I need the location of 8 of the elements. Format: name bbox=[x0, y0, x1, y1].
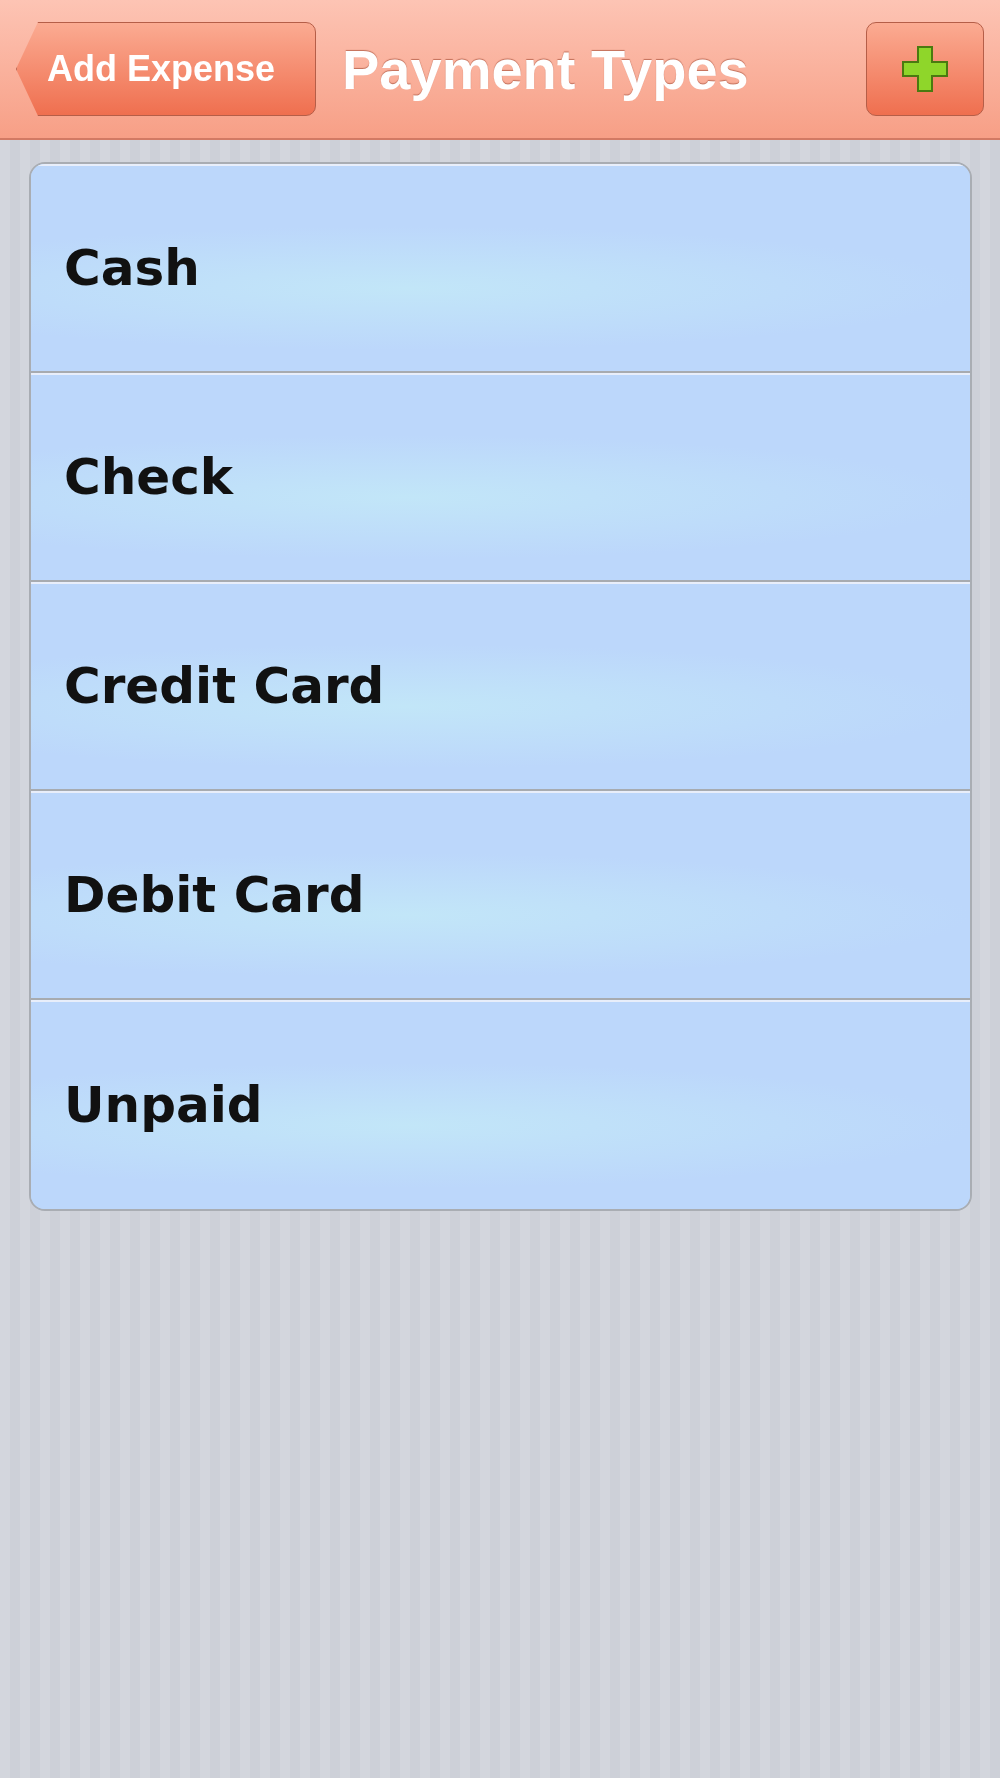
list-item[interactable]: Cash bbox=[31, 164, 970, 373]
list-item[interactable]: Check bbox=[31, 373, 970, 582]
list-item[interactable]: Debit Card bbox=[31, 791, 970, 1000]
add-button[interactable] bbox=[866, 22, 984, 116]
screen-title: Payment Types bbox=[342, 36, 750, 102]
list-item[interactable]: Credit Card bbox=[31, 582, 970, 791]
plus-icon bbox=[900, 44, 950, 94]
list-item[interactable]: Unpaid bbox=[31, 1000, 970, 1209]
